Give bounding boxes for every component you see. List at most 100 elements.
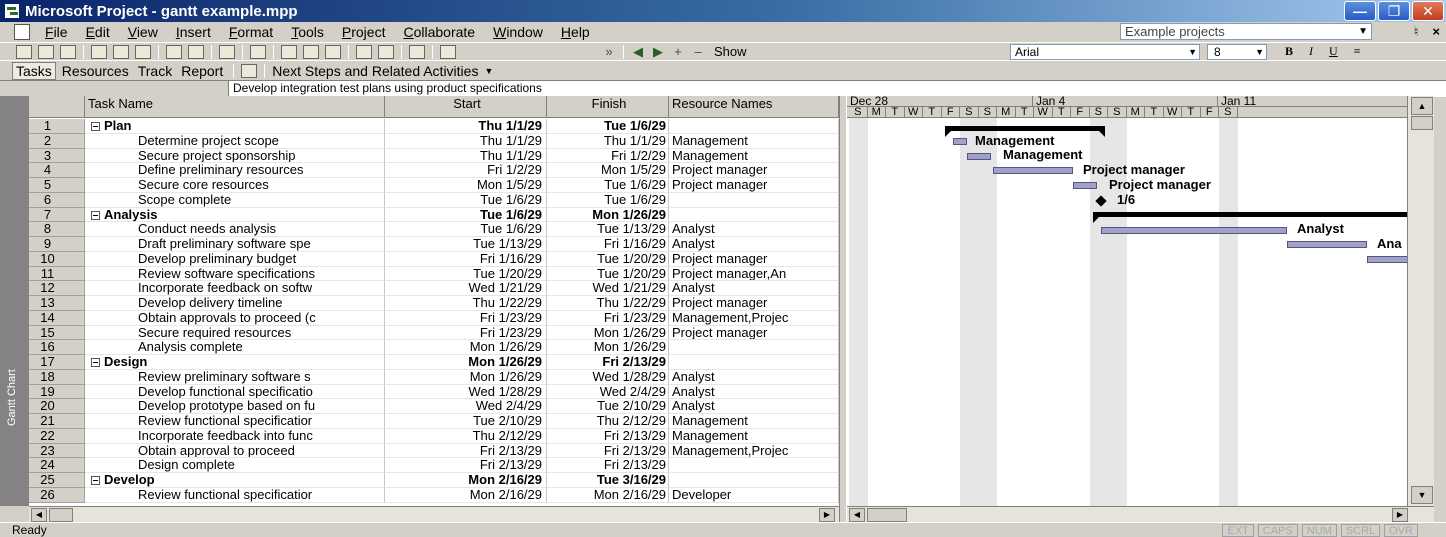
table-row[interactable]: 12 Incorporate feedback on softw Wed 1/21/… — [29, 281, 839, 296]
table-row[interactable]: 20 Develop prototype based on fu Wed 2/4/2… — [29, 399, 839, 414]
row-id[interactable]: 2 — [29, 133, 85, 149]
cell-start[interactable]: Thu 1/22/29 — [385, 296, 547, 311]
cell-start[interactable]: Tue 1/6/29 — [385, 207, 547, 223]
row-id[interactable]: 12 — [29, 281, 85, 296]
scroll-down-icon[interactable]: ▼ — [1411, 486, 1433, 504]
cell-resource-names[interactable] — [669, 192, 839, 208]
table-row[interactable]: 15 Secure required resources Fri 1/23/29 Mo… — [29, 325, 839, 341]
cell-task-name[interactable]: Secure project sponsorship — [85, 148, 385, 164]
header-resource-names[interactable]: Resource Names — [669, 96, 839, 118]
table-row[interactable]: 21 Review functional specificatior Tue 2/1… — [29, 414, 839, 429]
cell-finish[interactable]: Fri 1/16/29 — [547, 237, 669, 252]
cell-finish[interactable]: Tue 1/20/29 — [547, 266, 669, 282]
cell-resource-names[interactable]: Analyst — [669, 384, 839, 400]
cell-resource-names[interactable]: Project manager — [669, 178, 839, 193]
menu-tools[interactable]: Tools — [282, 24, 333, 40]
dropdown-arrow-icon[interactable]: ▼ — [1255, 45, 1264, 59]
table-row[interactable]: 3 Secure project sponsorship Thu 1/1/29 Fri… — [29, 148, 839, 164]
pin-icon[interactable]: ♮ — [1414, 24, 1419, 40]
cell-start[interactable]: Fri 2/13/29 — [385, 443, 547, 459]
save-icon[interactable] — [60, 44, 76, 59]
cell-task-name[interactable]: Scope complete — [85, 192, 385, 208]
cell-task-name[interactable]: Design — [85, 355, 385, 370]
cell-finish[interactable]: Tue 1/6/29 — [547, 192, 669, 208]
row-id[interactable]: 10 — [29, 251, 85, 267]
undo-icon[interactable] — [219, 44, 235, 59]
toolbar-options-icon[interactable]: » — [599, 44, 619, 59]
unlink-tasks-icon[interactable] — [303, 44, 319, 59]
table-row[interactable]: 24 Design complete Fri 2/13/29 Fri 2/13/29 — [29, 458, 839, 473]
cell-resource-names[interactable]: Analyst — [669, 399, 839, 414]
print-icon[interactable] — [91, 44, 107, 59]
cell-finish[interactable]: Mon 1/5/29 — [547, 163, 669, 178]
document-icon[interactable] — [14, 24, 30, 40]
row-id[interactable]: 22 — [29, 428, 85, 444]
cell-finish[interactable]: Tue 1/6/29 — [547, 178, 669, 193]
dropdown-arrow-icon[interactable]: ▼ — [1188, 45, 1197, 59]
collapse-icon[interactable] — [91, 358, 100, 367]
table-row[interactable]: 17 Design Mon 1/26/29 Fri 2/13/29 — [29, 355, 839, 370]
scroll-thumb[interactable] — [1411, 116, 1433, 130]
row-id[interactable]: 13 — [29, 296, 85, 311]
menu-view[interactable]: View — [119, 24, 167, 40]
cell-resource-names[interactable] — [669, 355, 839, 370]
row-id[interactable]: 24 — [29, 458, 85, 473]
cell-task-name[interactable]: Review functional specificatior — [85, 487, 385, 503]
scroll-right-icon[interactable]: ▶ — [819, 508, 835, 522]
cell-start[interactable]: Wed 2/4/29 — [385, 399, 547, 414]
scroll-left-icon[interactable]: ◀ — [31, 508, 47, 522]
indent-icon[interactable]: ▶ — [648, 44, 668, 60]
row-id[interactable]: 16 — [29, 340, 85, 355]
task-bar[interactable] — [967, 153, 991, 160]
doc-close-icon[interactable]: × — [1432, 24, 1440, 40]
cell-resource-names[interactable]: Analyst — [669, 281, 839, 296]
cell-resource-names[interactable]: Management — [669, 428, 839, 444]
help-question-box[interactable]: Example projects ▼ — [1120, 23, 1372, 40]
row-id[interactable]: 14 — [29, 310, 85, 326]
cut-icon[interactable] — [166, 44, 182, 59]
table-row[interactable]: 18 Review preliminary software s Mon 1/26/… — [29, 369, 839, 385]
cell-finish[interactable]: Fri 1/23/29 — [547, 310, 669, 326]
table-row[interactable]: 8 Conduct needs analysis Tue 1/6/29 Tue 1/1… — [29, 222, 839, 237]
cell-resource-names[interactable]: Analyst — [669, 222, 839, 237]
row-id[interactable]: 17 — [29, 355, 85, 370]
cell-finish[interactable]: Tue 3/16/29 — [547, 473, 669, 488]
hyperlink-icon[interactable] — [250, 44, 266, 59]
cell-task-name[interactable]: Incorporate feedback into func — [85, 428, 385, 444]
menu-project[interactable]: Project — [333, 24, 395, 40]
cell-task-name[interactable]: Develop preliminary budget — [85, 251, 385, 267]
vertical-scrollbar[interactable]: ▲ ▼ — [1407, 96, 1434, 506]
table-row[interactable]: 9 Draft preliminary software spe Tue 1/13/… — [29, 237, 839, 252]
cell-finish[interactable]: Mon 2/16/29 — [547, 487, 669, 503]
cell-start[interactable]: Thu 1/1/29 — [385, 133, 547, 149]
cell-finish[interactable]: Tue 1/20/29 — [547, 251, 669, 267]
cell-finish[interactable]: Mon 1/26/29 — [547, 325, 669, 341]
cell-resource-names[interactable]: Project manager — [669, 163, 839, 178]
cell-resource-names[interactable] — [669, 458, 839, 473]
cell-start[interactable]: Mon 2/16/29 — [385, 487, 547, 503]
cell-start[interactable]: Fri 1/23/29 — [385, 325, 547, 341]
row-id[interactable]: 21 — [29, 414, 85, 429]
select-all-corner[interactable] — [29, 96, 85, 118]
row-id[interactable]: 8 — [29, 222, 85, 237]
cell-resource-names[interactable]: Project manager — [669, 296, 839, 311]
cell-resource-names[interactable]: Analyst — [669, 369, 839, 385]
row-id[interactable]: 1 — [29, 119, 85, 134]
cell-start[interactable]: Mon 1/26/29 — [385, 369, 547, 385]
dropdown-arrow-icon[interactable]: ▼ — [484, 66, 493, 76]
row-id[interactable]: 15 — [29, 325, 85, 341]
cell-finish[interactable]: Fri 2/13/29 — [547, 355, 669, 370]
header-start[interactable]: Start — [385, 96, 547, 118]
table-row[interactable]: 13 Develop delivery timeline Thu 1/22/29 Th… — [29, 296, 839, 311]
minimize-button[interactable]: — — [1344, 1, 1376, 21]
cell-finish[interactable]: Wed 1/28/29 — [547, 369, 669, 385]
guide-track-button[interactable]: Track — [135, 63, 175, 79]
guide-resources-button[interactable]: Resources — [59, 63, 132, 79]
cell-resource-names[interactable] — [669, 119, 839, 134]
cell-finish[interactable]: Fri 2/13/29 — [547, 458, 669, 473]
open-icon[interactable] — [38, 44, 54, 59]
cell-resource-names[interactable]: Management — [669, 148, 839, 164]
row-id[interactable]: 18 — [29, 369, 85, 385]
cell-task-name[interactable]: Plan — [85, 119, 385, 134]
table-row[interactable]: 6 Scope complete Tue 1/6/29 Tue 1/6/29 — [29, 192, 839, 208]
